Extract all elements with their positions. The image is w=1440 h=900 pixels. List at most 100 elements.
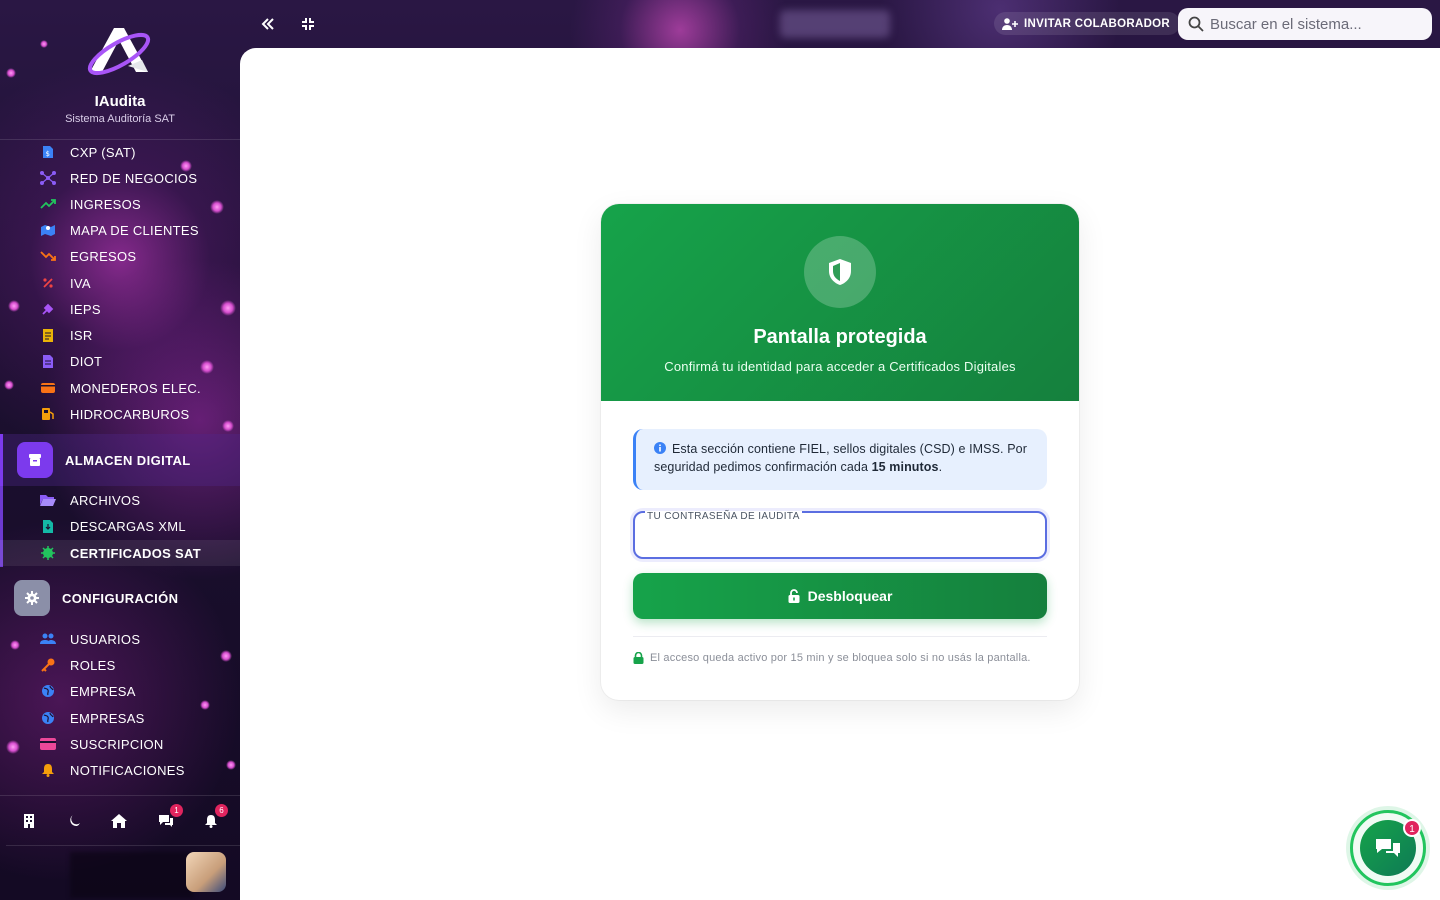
invite-label: INVITAR COLABORADOR <box>1024 17 1171 30</box>
sidebar-item-ieps[interactable]: IEPS <box>0 296 240 322</box>
password-field[interactable]: TU CONTRASEÑA DE IAUDITA <box>633 511 1047 559</box>
info-text-bold: 15 minutos <box>871 460 939 474</box>
sidebar-item-hidrocarburos[interactable]: HIDROCARBUROS <box>0 401 240 427</box>
trending-up-icon <box>40 196 56 212</box>
info-text-end: . <box>938 460 943 474</box>
sidebar-item-iva[interactable]: IVA <box>0 270 240 296</box>
info-text: Esta sección contiene FIEL, sellos digit… <box>654 442 1027 474</box>
sidebar-item-label: MAPA DE CLIENTES <box>70 222 199 238</box>
moon-icon[interactable] <box>63 810 85 832</box>
credit-card-icon <box>40 736 56 752</box>
building-icon[interactable] <box>18 810 40 832</box>
sidebar-group-configuracion[interactable]: CONFIGURACIÓN <box>0 572 240 624</box>
divider <box>633 636 1047 637</box>
sidebar-item-label: DESCARGAS XML <box>70 518 186 534</box>
sidebar-item-monederos[interactable]: MONEDEROS ELEC. <box>0 375 240 401</box>
sidebar-item-empresa[interactable]: EMPRESA <box>0 678 240 704</box>
sidebar-item-egresos[interactable]: EGRESOS <box>0 243 240 269</box>
receipt-icon <box>40 327 56 343</box>
access-footnote: El acceso queda activo por 15 min y se b… <box>633 652 1047 664</box>
archive-icon <box>17 442 53 478</box>
sidebar-item-label: ARCHIVOS <box>70 492 141 508</box>
file-dollar-icon: $ <box>40 144 56 160</box>
sidebar-item-descargas-xml[interactable]: DESCARGAS XML <box>0 513 240 539</box>
sidebar-item-label: IEPS <box>70 301 101 317</box>
search-icon <box>1188 16 1204 32</box>
gear-icon <box>14 580 50 616</box>
sidebar-item-label: HIDROCARBUROS <box>70 406 190 422</box>
lock-card: Pantalla protegida Confirmá tu identidad… <box>601 204 1079 700</box>
redacted-chip <box>780 10 890 38</box>
search-input[interactable] <box>1210 8 1424 40</box>
user-name-redacted <box>70 852 194 898</box>
home-icon[interactable] <box>108 810 130 832</box>
sidebar-group-label: CONFIGURACIÓN <box>62 590 179 606</box>
bell-icon[interactable]: 6 <box>200 804 228 832</box>
chat-fab[interactable]: 1 <box>1350 810 1426 886</box>
bell-icon <box>40 762 56 778</box>
sidebar-item-cxp[interactable]: $ CXP (SAT) <box>0 139 240 165</box>
unlock-button[interactable]: Desbloquear <box>633 573 1047 619</box>
chat-fab-badge: 1 <box>1403 819 1421 837</box>
file-download-icon <box>40 518 56 534</box>
globe-icon <box>40 683 56 699</box>
collapse-sidebar-icon[interactable] <box>256 12 280 36</box>
search-box[interactable] <box>1178 8 1432 40</box>
sidebar-item-label: NOTIFICACIONES <box>70 762 185 778</box>
footnote-text: El acceso queda activo por 15 min y se b… <box>650 652 1031 664</box>
sidebar-item-usuarios[interactable]: USUARIOS <box>0 626 240 652</box>
password-input[interactable] <box>645 527 1035 553</box>
sidebar-item-roles[interactable]: ROLES <box>0 652 240 678</box>
sidebar-item-label: ROLES <box>70 657 116 673</box>
percent-icon <box>40 275 56 291</box>
chat-icon[interactable]: 1 <box>155 804 183 832</box>
notifications-badge: 6 <box>215 804 228 817</box>
user-plus-icon <box>1002 17 1018 30</box>
sidebar-item-red-negocios[interactable]: RED DE NEGOCIOS <box>0 165 240 191</box>
sidebar-item-label: INGRESOS <box>70 196 142 212</box>
sidebar-item-isr[interactable]: ISR <box>0 322 240 348</box>
sidebar-item-label: EMPRESA <box>70 683 136 699</box>
wine-icon <box>40 301 56 317</box>
unlock-icon <box>788 589 800 603</box>
main-content: Pantalla protegida Confirmá tu identidad… <box>240 48 1440 900</box>
invite-collaborator-button[interactable]: INVITAR COLABORADOR <box>994 12 1181 35</box>
shield-badge <box>804 236 876 308</box>
compress-icon[interactable] <box>296 12 320 36</box>
sidebar-item-empresas[interactable]: EMPRESAS <box>0 705 240 731</box>
key-icon <box>40 657 56 673</box>
sidebar-item-label: IVA <box>70 275 91 291</box>
sidebar-group-almacen-digital[interactable]: ALMACEN DIGITAL <box>0 434 240 486</box>
certificate-icon <box>40 545 56 561</box>
sidebar-item-label: DIOT <box>70 353 103 369</box>
lock-card-subtitle: Confirmá tu identidad para acceder a Cer… <box>664 359 1016 374</box>
sidebar-item-certificados-sat[interactable]: CERTIFICADOS SAT <box>0 540 240 566</box>
user-profile[interactable] <box>6 845 240 900</box>
sidebar-item-label: SUSCRIPCION <box>70 736 164 752</box>
sidebar-item-label: CERTIFICADOS SAT <box>70 545 201 561</box>
sidebar-group-label: ALMACEN DIGITAL <box>65 452 191 468</box>
sidebar-item-ingresos[interactable]: INGRESOS <box>0 191 240 217</box>
password-label: TU CONTRASEÑA DE IAUDITA <box>645 511 802 522</box>
brand-name: IAudita <box>94 93 146 110</box>
lock-card-title: Pantalla protegida <box>753 326 927 348</box>
top-bar: INVITAR COLABORADOR <box>240 0 1440 48</box>
gas-pump-icon <box>40 406 56 422</box>
sidebar-item-label: USUARIOS <box>70 631 141 647</box>
avatar[interactable] <box>186 852 226 892</box>
sidebar-item-label: RED DE NEGOCIOS <box>70 170 198 186</box>
file-icon <box>40 353 56 369</box>
sidebar-item-mapa-clientes[interactable]: MAPA DE CLIENTES <box>0 217 240 243</box>
sidebar: IAudita Sistema Auditoría SAT $ CXP (SAT… <box>0 0 240 900</box>
sidebar-item-label: CXP (SAT) <box>70 144 136 160</box>
network-icon <box>40 170 56 186</box>
sidebar-item-diot[interactable]: DIOT <box>0 348 240 374</box>
comments-icon <box>1376 839 1400 857</box>
sidebar-item-archivos[interactable]: ARCHIVOS <box>0 487 240 513</box>
users-icon <box>40 631 56 647</box>
chat-badge: 1 <box>170 804 183 817</box>
sidebar-item-notificaciones[interactable]: NOTIFICACIONES <box>0 757 240 783</box>
wallet-icon <box>40 380 56 396</box>
iaudita-logo-icon <box>87 28 151 76</box>
sidebar-item-suscripcion[interactable]: SUSCRIPCION <box>0 731 240 757</box>
